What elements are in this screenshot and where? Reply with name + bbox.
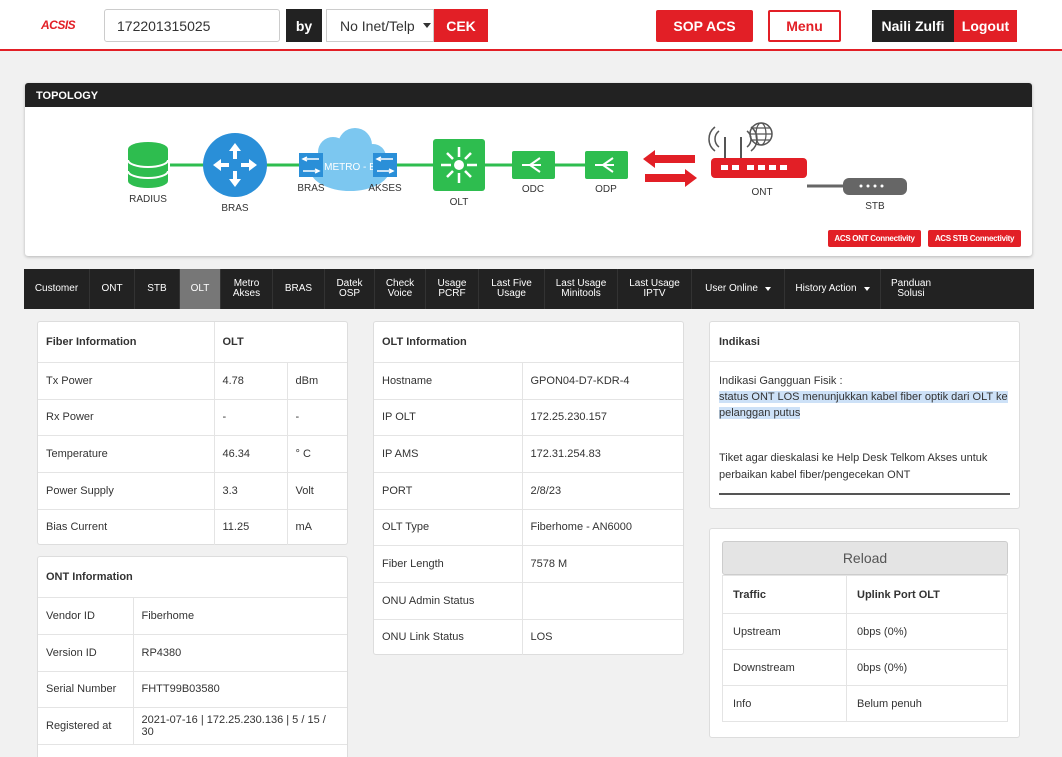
- menu-button[interactable]: Menu: [768, 10, 841, 42]
- table-row: ONU Link Status LOS: [374, 619, 683, 655]
- search-type-value: No Inet/Telp: [340, 17, 415, 34]
- table-row: Hostname GPON04-D7-KDR-4: [374, 362, 683, 400]
- table-row: Registered at 2021-07-16 | 172.25.230.13…: [38, 707, 347, 745]
- indikasi-title: Indikasi: [710, 322, 1019, 362]
- tab-last-usage-iptv[interactable]: Last Usage IPTV: [618, 269, 692, 309]
- table-row: Fiber Length 7578 M: [374, 545, 683, 583]
- tab-last-five-usage[interactable]: Last Five Usage: [479, 269, 545, 309]
- topology-panel: TOPOLOGY RADIUS BRAS METRO - E BRAS AKSE…: [25, 83, 1032, 256]
- caret-down-icon: [422, 23, 431, 28]
- table-row: IP AMS 172.31.254.83: [374, 435, 683, 473]
- acs-ont-connectivity-button[interactable]: ACS ONT Connectivity: [828, 230, 921, 247]
- topology-title: TOPOLOGY: [25, 83, 1032, 107]
- tab-usage-pcrf[interactable]: Usage PCRF: [426, 269, 479, 309]
- fiber-olt-header: OLT: [214, 322, 347, 363]
- odp-splitter-icon[interactable]: [585, 151, 628, 179]
- traffic-panel: Reload Traffic Uplink Port OLT Upstream …: [709, 528, 1020, 738]
- by-label: by: [286, 9, 322, 42]
- olt-label: OLT: [450, 197, 469, 208]
- bras-router-icon[interactable]: [203, 133, 267, 197]
- table-row: ONU Admin Status: [374, 582, 683, 620]
- ont-information-title: ONT Information: [38, 557, 347, 598]
- fiber-table: Fiber Information OLT Tx Power 4.78 dBm …: [38, 322, 347, 545]
- top-header: ACSIS by No Inet/Telp CEK SOP ACS Menu N…: [0, 0, 1062, 51]
- tab-stb[interactable]: STB: [135, 269, 180, 309]
- radius-label: RADIUS: [129, 194, 167, 205]
- tab-olt[interactable]: OLT: [180, 269, 221, 309]
- ont-router-icon[interactable]: [708, 126, 807, 178]
- stb-label: STB: [865, 201, 885, 212]
- indikasi-line: Indikasi Gangguan Fisik :: [719, 375, 843, 387]
- radius-database-icon[interactable]: [127, 142, 169, 188]
- odc-splitter-icon[interactable]: [512, 151, 555, 179]
- olt-icon[interactable]: [433, 139, 485, 191]
- metro-label: METRO - E: [324, 162, 376, 173]
- reload-button[interactable]: Reload: [722, 541, 1008, 575]
- traffic-header: Traffic: [722, 575, 847, 614]
- table-row: Downstream 0bps (0%): [722, 649, 1008, 686]
- ont-label: ONT: [751, 187, 772, 198]
- uplink-header: Uplink Port OLT: [846, 575, 1008, 614]
- table-row: Version ID RP4380: [38, 634, 347, 672]
- stb-box-icon[interactable]: [843, 178, 907, 195]
- traffic-table: Traffic Uplink Port OLT Upstream 0bps (0…: [722, 575, 1008, 722]
- table-row: Serial Number FHTT99B03580: [38, 671, 347, 708]
- indikasi-panel: Indikasi Indikasi Gangguan Fisik : statu…: [709, 321, 1020, 509]
- tab-ont[interactable]: ONT: [90, 269, 135, 309]
- table-row: PORT 2/8/23: [374, 472, 683, 510]
- tab-bar: Customer ONT STB OLT Metro Akses BRAS Da…: [24, 269, 1034, 309]
- indikasi-body: Indikasi Gangguan Fisik : status ONT LOS…: [710, 362, 1019, 506]
- tab-bras[interactable]: BRAS: [273, 269, 325, 309]
- indikasi-highlight: pelanggan putus: [719, 407, 801, 419]
- table-row: Power Supply 3.3 Volt: [38, 472, 347, 510]
- tab-last-usage-minitools[interactable]: Last Usage Minitools: [545, 269, 618, 309]
- olt-information-panel: OLT Information Hostname GPON04-D7-KDR-4…: [373, 321, 684, 655]
- indikasi-ticket: Tiket agar dieskalasi ke Help Desk Telko…: [719, 452, 988, 464]
- caret-down-icon: [863, 287, 870, 291]
- olt-information-title: OLT Information: [374, 322, 683, 363]
- fiber-header: Fiber Information: [38, 322, 215, 363]
- olt-table: OLT Information Hostname GPON04-D7-KDR-4…: [374, 322, 683, 655]
- caret-down-icon: [764, 287, 771, 291]
- tab-user-online[interactable]: User Online: [692, 269, 785, 309]
- table-row: Info Belum penuh: [722, 685, 1008, 722]
- acsis-logo[interactable]: ACSIS: [41, 18, 76, 32]
- odc-label: ODC: [522, 184, 544, 195]
- table-row: IP OLT 172.25.230.157: [374, 399, 683, 436]
- table-row: OLT Type Fiberhome - AN6000: [374, 509, 683, 546]
- tab-check-voice[interactable]: Check Voice: [375, 269, 426, 309]
- signal-arrows-icon: [643, 150, 697, 187]
- logout-button[interactable]: Logout: [954, 10, 1017, 42]
- table-row: Rx Power - -: [38, 399, 347, 436]
- tab-datek-osp[interactable]: Datek OSP: [325, 269, 375, 309]
- odp-label: ODP: [595, 184, 617, 195]
- tab-customer[interactable]: Customer: [24, 269, 90, 309]
- akses-label: AKSES: [368, 183, 402, 194]
- globe-icon: [749, 122, 773, 146]
- bras-switch-icon[interactable]: [299, 153, 323, 177]
- table-row: Bias Current 11.25 mA: [38, 509, 347, 545]
- table-row: Tx Power 4.78 dBm: [38, 362, 347, 400]
- divider: [719, 493, 1010, 495]
- table-row: Temperature 46.34 ° C: [38, 435, 347, 473]
- cek-button[interactable]: CEK: [434, 9, 488, 42]
- tab-panduan-solusi[interactable]: Panduan Solusi: [881, 269, 941, 309]
- fiber-information-panel: Fiber Information OLT Tx Power 4.78 dBm …: [37, 321, 348, 545]
- ont-table: ONT Information Vendor ID Fiberhome Vers…: [38, 557, 347, 745]
- tab-history-action[interactable]: History Action: [785, 269, 881, 309]
- bras-label: BRAS: [221, 203, 249, 214]
- search-input[interactable]: [104, 9, 280, 42]
- acs-stb-connectivity-button[interactable]: ACS STB Connectivity: [928, 230, 1021, 247]
- tab-metro-akses[interactable]: Metro Akses: [221, 269, 273, 309]
- indikasi-highlight: status ONT LOS menunjukkan kabel fiber o…: [719, 391, 1008, 403]
- bras-switch-label: BRAS: [297, 183, 325, 194]
- user-name: Naili Zulfi: [872, 10, 954, 42]
- akses-switch-icon[interactable]: [373, 153, 397, 177]
- ont-information-panel: ONT Information Vendor ID Fiberhome Vers…: [37, 556, 348, 757]
- table-row: Vendor ID Fiberhome: [38, 597, 347, 635]
- table-row: Upstream 0bps (0%): [722, 613, 1008, 650]
- sop-acs-button[interactable]: SOP ACS: [656, 10, 753, 42]
- search-type-select[interactable]: No Inet/Telp: [326, 9, 434, 42]
- indikasi-ticket: perbaikan kabel fiber/pengecekan ONT: [719, 469, 911, 481]
